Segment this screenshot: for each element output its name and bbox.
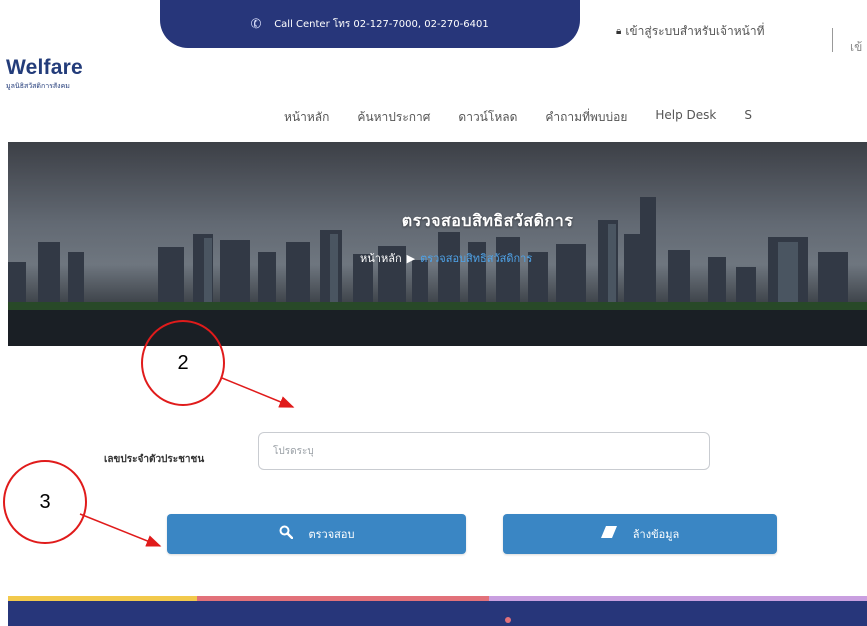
nav-item-download[interactable]: ดาวน์โหลด — [458, 108, 517, 127]
search-icon — [279, 525, 293, 543]
top-bar: ✆ Call Center โทร 02-127-7000, 02-270-64… — [0, 0, 867, 54]
annotation-step-3: 3 — [3, 460, 87, 544]
arrow-step-2 — [221, 377, 295, 408]
breadcrumb: หน้าหลัก ▶ ตรวจสอบสิทธิสวัสดิการ — [360, 249, 532, 267]
staff-login-link[interactable]: 🔒︎ เข้าสู่ระบบสำหรับเจ้าหน้าที่ — [616, 22, 765, 41]
annotation-step-3-number: 3 — [39, 490, 51, 513]
breadcrumb-separator-icon: ▶ — [406, 251, 416, 265]
nav-item-more[interactable]: S — [744, 108, 752, 127]
logo-subtitle: มูลนิธิสวัสดิการสังคม — [6, 82, 70, 90]
main-nav: หน้าหลัก ค้นหาประกาศ ดาวน์โหลด คำถามที่พ… — [284, 108, 752, 127]
hero-banner: ตรวจสอบสิทธิสวัสดิการ หน้าหลัก ▶ ตรวจสอบ… — [8, 142, 867, 346]
hero-overlay — [8, 142, 867, 346]
clear-button[interactable]: ล้างข้อมูล — [503, 514, 777, 554]
phone-icon: ✆ — [249, 15, 265, 33]
site-logo[interactable]: Welfare มูลนิธิสวัสดิการสังคม — [6, 56, 83, 92]
nav-item-home[interactable]: หน้าหลัก — [284, 108, 329, 127]
check-button-label: ตรวจสอบ — [308, 528, 355, 541]
breadcrumb-home[interactable]: หน้าหลัก — [360, 249, 402, 267]
annotation-step-2-number: 2 — [177, 351, 189, 374]
call-center-bar: ✆ Call Center โทร 02-127-7000, 02-270-64… — [160, 0, 580, 48]
arrow-step-3 — [79, 513, 162, 547]
lock-icon: 🔒︎ — [616, 26, 622, 37]
check-button[interactable]: ตรวจสอบ — [167, 514, 466, 554]
logo-title: Welfare — [6, 56, 83, 79]
nav-item-help-desk[interactable]: Help Desk — [655, 108, 716, 127]
nav-item-search-announcement[interactable]: ค้นหาประกาศ — [357, 108, 430, 127]
eraser-icon — [600, 526, 617, 542]
page-title: ตรวจสอบสิทธิสวัสดิการ — [401, 211, 574, 230]
clear-button-label: ล้างข้อมูล — [632, 528, 680, 541]
nav-item-faq[interactable]: คำถามที่พบบ่อย — [545, 108, 627, 127]
citizen-id-label: เลขประจำตัวประชาชน — [104, 454, 205, 465]
staff-login-label: เข้าสู่ระบบสำหรับเจ้าหน้าที่ — [625, 24, 765, 38]
topbar-more-link[interactable]: เข้ — [850, 38, 862, 57]
call-center-text: Call Center โทร 02-127-7000, 02-270-6401 — [274, 18, 489, 30]
citizen-id-input[interactable] — [258, 432, 710, 470]
breadcrumb-current: ตรวจสอบสิทธิสวัสดิการ — [420, 252, 533, 265]
topbar-divider — [832, 28, 833, 52]
annotation-step-2: 2 — [141, 320, 225, 406]
footer-bar — [8, 601, 867, 626]
footer-dot — [505, 617, 511, 623]
